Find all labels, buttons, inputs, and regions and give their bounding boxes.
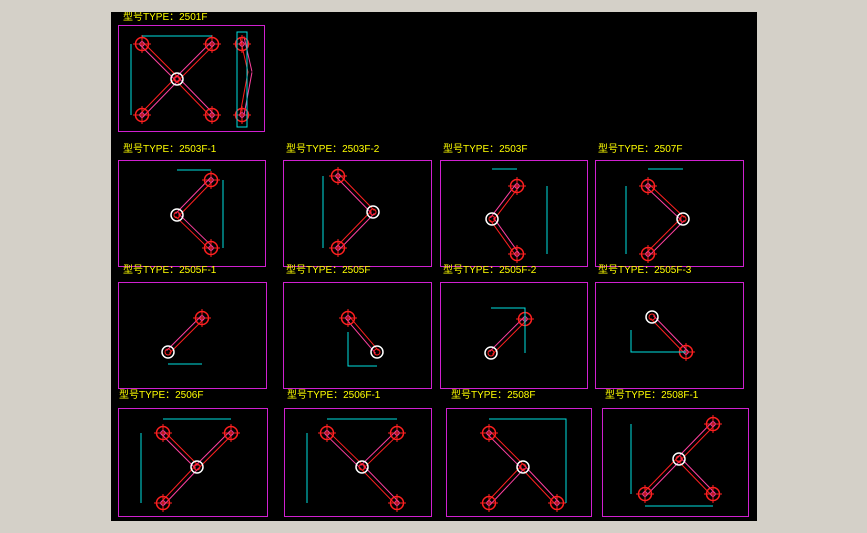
hub-circle xyxy=(645,310,659,324)
arm-edge xyxy=(140,77,176,114)
hub-core xyxy=(487,349,495,357)
arm-edge xyxy=(646,187,682,221)
hub-circle xyxy=(170,208,184,222)
arm-edge xyxy=(653,315,688,351)
arm-edge xyxy=(339,213,375,250)
hub-circle xyxy=(516,460,530,474)
arm-edge xyxy=(328,431,364,466)
arm-edge xyxy=(336,210,372,247)
arm-edge xyxy=(492,320,527,355)
arm-edge xyxy=(164,468,199,505)
drawing-canvas: 型号TYPE：2501F 型号TYPE：2503F-1 型号TYPE：2503F… xyxy=(111,12,757,521)
arm-edge xyxy=(336,177,372,214)
arm-edge xyxy=(680,425,715,461)
arm-edge xyxy=(360,468,396,505)
arm-edge xyxy=(363,465,399,502)
arm-edge xyxy=(166,316,201,351)
arm-edge xyxy=(643,457,678,493)
arm-edge xyxy=(649,184,685,218)
arm-edge xyxy=(175,42,211,78)
hub-core xyxy=(164,348,172,356)
hub-circle xyxy=(484,346,498,360)
hub-circle xyxy=(161,345,175,359)
arm-edge xyxy=(677,422,712,458)
arm-edge xyxy=(649,220,685,256)
arm-edge xyxy=(650,318,685,354)
hub-circle xyxy=(190,460,204,474)
arm-edge xyxy=(198,434,233,469)
arm-edge xyxy=(325,434,361,469)
arm-edge xyxy=(164,431,199,466)
arm-edge xyxy=(143,42,179,78)
arm-edge xyxy=(339,174,375,211)
arm-edge xyxy=(487,465,522,502)
arm-edge xyxy=(489,317,524,352)
arm-edge xyxy=(161,465,196,502)
hub-circle xyxy=(170,72,184,86)
arm-edge xyxy=(490,431,525,466)
arm-edge xyxy=(140,45,176,81)
arm-edge xyxy=(524,465,559,502)
hub-circle xyxy=(676,212,690,226)
dimension-line xyxy=(489,418,567,503)
arm-edge xyxy=(175,80,211,117)
arm-edge xyxy=(646,460,681,496)
hub-circle xyxy=(370,345,384,359)
hub-circle xyxy=(672,452,686,466)
arm-edge xyxy=(680,457,715,493)
arm-edge xyxy=(677,460,712,496)
arm-edge xyxy=(195,431,230,466)
arm-edge xyxy=(175,216,210,250)
arm-edge xyxy=(178,45,214,81)
arm-edge xyxy=(490,468,525,505)
arm-edge xyxy=(169,319,204,354)
hub-circle xyxy=(355,460,369,474)
arm-edge xyxy=(178,213,213,247)
arm-edge xyxy=(521,468,556,505)
arm-edge xyxy=(161,434,196,469)
arm-edge xyxy=(646,217,682,253)
arm-edge xyxy=(175,178,210,214)
arm-edge xyxy=(487,434,522,469)
arm-edge xyxy=(363,434,399,469)
spider-fitting-drawings xyxy=(130,31,722,512)
arm-edge xyxy=(178,181,213,217)
arm-edge xyxy=(178,77,214,114)
hub-circle xyxy=(366,205,380,219)
arm-edge xyxy=(143,80,179,117)
arm-edge xyxy=(360,431,396,466)
